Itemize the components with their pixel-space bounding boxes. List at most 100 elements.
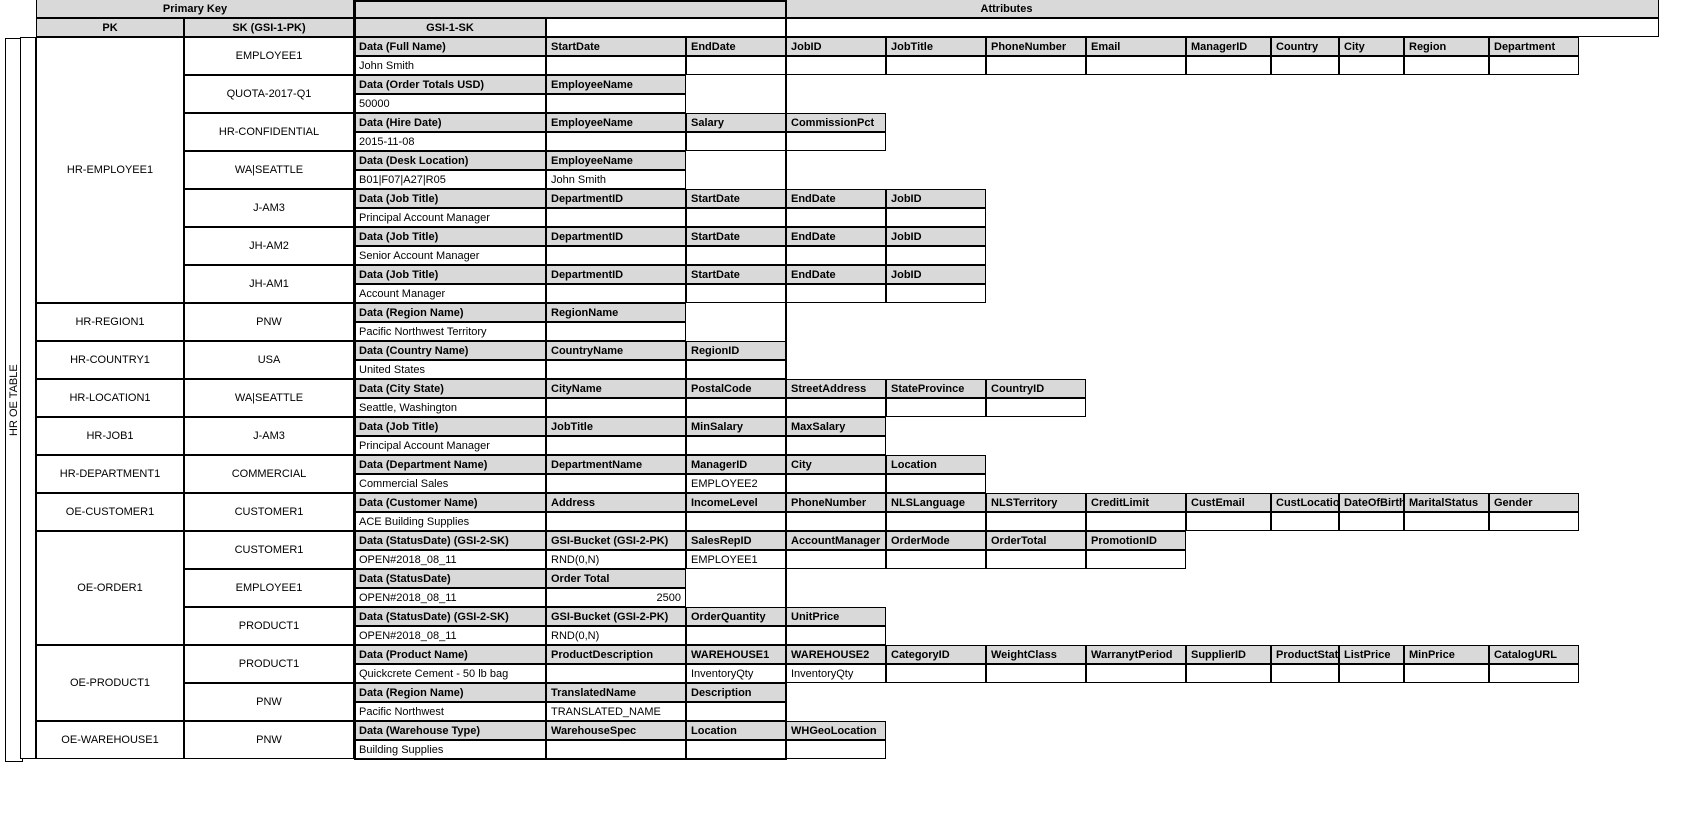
row22-col0: Data (Department Name) bbox=[354, 455, 546, 474]
row27-col2: EMPLOYEE1 bbox=[686, 550, 786, 569]
sk-val-7-2: PRODUCT1 bbox=[184, 607, 354, 645]
row13-col4 bbox=[886, 284, 986, 303]
row4-col1: EmployeeName bbox=[546, 113, 686, 132]
row29-col0: OPEN#2018_08_11 bbox=[354, 588, 546, 607]
row10-col4: JobID bbox=[886, 227, 986, 246]
row21-col1 bbox=[546, 436, 686, 455]
row25-col10 bbox=[1404, 512, 1489, 531]
row25-col2 bbox=[686, 512, 786, 531]
row14-col1: RegionName bbox=[546, 303, 686, 322]
row0-col7: ManagerID bbox=[1186, 37, 1271, 56]
row32-col7: SupplierID bbox=[1186, 645, 1271, 664]
row4-col2: Salary bbox=[686, 113, 786, 132]
sk-val-4-0: J-AM3 bbox=[184, 417, 354, 455]
row25-col1 bbox=[546, 512, 686, 531]
row33-col1 bbox=[546, 664, 686, 683]
row34-col2: Description bbox=[686, 683, 786, 702]
sk-val-0-1: QUOTA-2017-Q1 bbox=[184, 75, 354, 113]
row13-col1 bbox=[546, 284, 686, 303]
row22-col3: City bbox=[786, 455, 886, 474]
row15-col1 bbox=[546, 322, 686, 341]
sk-val-8-1: PNW bbox=[184, 683, 354, 721]
row31-col3 bbox=[786, 626, 886, 645]
row20-col1: JobTitle bbox=[546, 417, 686, 436]
row8-col0: Data (Job Title) bbox=[354, 189, 546, 208]
row13-col2 bbox=[686, 284, 786, 303]
row19-col0: Seattle, Washington bbox=[354, 398, 546, 417]
row1-col7 bbox=[1186, 56, 1271, 75]
header-pk: PK bbox=[36, 18, 184, 37]
row27-col4 bbox=[886, 550, 986, 569]
row9-col2 bbox=[686, 208, 786, 227]
row37-col2 bbox=[686, 740, 786, 759]
row16-col0: Data (Country Name) bbox=[354, 341, 546, 360]
row0-col5: PhoneNumber bbox=[986, 37, 1086, 56]
row9-col0: Principal Account Manager bbox=[354, 208, 546, 227]
row35-col2 bbox=[686, 702, 786, 721]
row33-col6 bbox=[1086, 664, 1186, 683]
row33-col8 bbox=[1271, 664, 1339, 683]
row33-col10 bbox=[1404, 664, 1489, 683]
row23-col4 bbox=[886, 474, 986, 493]
row33-col4 bbox=[886, 664, 986, 683]
sk-val-0-6: JH-AM1 bbox=[184, 265, 354, 303]
row24-col0: Data (Customer Name) bbox=[354, 493, 546, 512]
row10-col0: Data (Job Title) bbox=[354, 227, 546, 246]
sk-val-6-0: CUSTOMER1 bbox=[184, 493, 354, 531]
row24-col9: DateOfBirth bbox=[1339, 493, 1404, 512]
row23-col2: EMPLOYEE2 bbox=[686, 474, 786, 493]
row17-col1 bbox=[546, 360, 686, 379]
row26-col2: SalesRepID bbox=[686, 531, 786, 550]
pk-val-5: HR-DEPARTMENT1 bbox=[36, 455, 184, 493]
row28-col0: Data (StatusDate) bbox=[354, 569, 546, 588]
row24-col2: IncomeLevel bbox=[686, 493, 786, 512]
row24-col3: PhoneNumber bbox=[786, 493, 886, 512]
row18-col2: PostalCode bbox=[686, 379, 786, 398]
row33-col11 bbox=[1489, 664, 1579, 683]
row18-col4: StateProvince bbox=[886, 379, 986, 398]
pk-val-6: OE-CUSTOMER1 bbox=[36, 493, 184, 531]
sk-val-1-0: PNW bbox=[184, 303, 354, 341]
row19-col3 bbox=[786, 398, 886, 417]
row18-col3: StreetAddress bbox=[786, 379, 886, 398]
row3-col1 bbox=[546, 94, 686, 113]
row8-col1: DepartmentID bbox=[546, 189, 686, 208]
row26-col5: OrderTotal bbox=[986, 531, 1086, 550]
sk-val-0-3: WA|SEATTLE bbox=[184, 151, 354, 189]
row31-col0: OPEN#2018_08_11 bbox=[354, 626, 546, 645]
sk-val-5-0: COMMERCIAL bbox=[184, 455, 354, 493]
pk-val-4: HR-JOB1 bbox=[36, 417, 184, 455]
row5-col0: 2015-11-08 bbox=[354, 132, 546, 151]
row27-col1: RND(0,N) bbox=[546, 550, 686, 569]
row7-col0: B01|F07|A27|R05 bbox=[354, 170, 546, 189]
row16-col1: CountryName bbox=[546, 341, 686, 360]
sk-val-7-0: CUSTOMER1 bbox=[184, 531, 354, 569]
row22-col1: DepartmentName bbox=[546, 455, 686, 474]
row2-col0: Data (Order Totals USD) bbox=[354, 75, 546, 94]
row12-col0: Data (Job Title) bbox=[354, 265, 546, 284]
row30-col1: GSI-Bucket (GSI-2-PK) bbox=[546, 607, 686, 626]
row19-col5 bbox=[986, 398, 1086, 417]
row18-col5: CountryID bbox=[986, 379, 1086, 398]
row1-col0: John Smith bbox=[354, 56, 546, 75]
row35-col1: TRANSLATED_NAME bbox=[546, 702, 686, 721]
pk-val-9: OE-WAREHOUSE1 bbox=[36, 721, 184, 759]
row26-col4: OrderMode bbox=[886, 531, 986, 550]
row12-col4: JobID bbox=[886, 265, 986, 284]
row12-col3: EndDate bbox=[786, 265, 886, 284]
row36-col2: Location bbox=[686, 721, 786, 740]
sk-val-0-4: J-AM3 bbox=[184, 189, 354, 227]
row24-col10: MaritalStatus bbox=[1404, 493, 1489, 512]
row0-col11: Department bbox=[1489, 37, 1579, 56]
row1-col4 bbox=[886, 56, 986, 75]
header-gsi: GSI-1-SK bbox=[354, 18, 546, 37]
row19-col1 bbox=[546, 398, 686, 417]
row1-col11 bbox=[1489, 56, 1579, 75]
row9-col4 bbox=[886, 208, 986, 227]
row2-col1: EmployeeName bbox=[546, 75, 686, 94]
row36-col3: WHGeoLocation bbox=[786, 721, 886, 740]
row30-col3: UnitPrice bbox=[786, 607, 886, 626]
row25-col5 bbox=[986, 512, 1086, 531]
row23-col0: Commercial Sales bbox=[354, 474, 546, 493]
row1-col1 bbox=[546, 56, 686, 75]
